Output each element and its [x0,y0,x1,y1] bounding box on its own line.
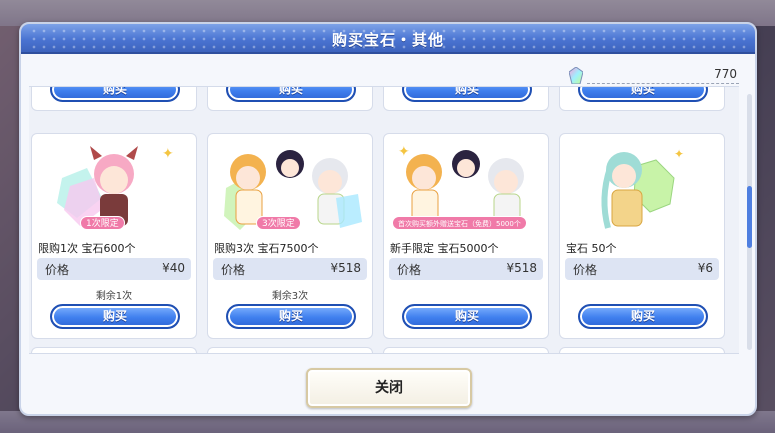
product-card-partial [31,347,197,353]
limit-badge: 首次购买额外赠送宝石（免费）5000个 [392,216,527,230]
dialog-title-bar: 购买宝石・其他 [21,24,755,54]
product-description: 新手限定 宝石5000个 [390,242,499,255]
product-card: ✦ 首次购买额外赠送宝石（免费）5000个 新手限定 宝石5000个 价格 ¥5… [383,133,549,339]
price-value: ¥6 [697,261,713,275]
svg-text:✦: ✦ [162,146,174,162]
scrollbar-thumb[interactable] [747,186,752,248]
buy-button[interactable]: 购买 [578,304,708,329]
buy-button[interactable]: 购买 [50,304,180,329]
remaining-count: 剩余3次 [271,291,309,302]
price-label: 价格 [45,263,70,277]
buy-button[interactable]: 购买 [402,304,532,329]
close-button[interactable]: 关闭 [306,368,472,408]
gem-icon [569,67,583,84]
product-description: 宝石 50个 [566,242,617,255]
gem-balance: 770 [569,66,739,86]
buy-button[interactable]: 购买 [402,87,532,102]
buy-button[interactable]: 购买 [578,87,708,102]
buy-button[interactable]: 购买 [50,87,180,102]
character-gem-pack-icon: ✦ [601,147,684,229]
dialog-title: 购买宝石・其他 [331,31,444,49]
product-card-partial: 购买 [559,87,725,111]
product-list[interactable]: 购买 购买 购买 购买 ✦ 1次限定 限购1次 宝石600个 价格 ¥40 剩余… [29,86,739,354]
product-card: 3次限定 限购3次 宝石7500个 价格 ¥518 剩余3次 购买 [207,133,373,339]
limit-badge: 1次限定 [80,216,125,230]
product-card-partial: 购买 [383,87,549,111]
buy-button[interactable]: 购买 [226,304,356,329]
price-value: ¥40 [162,261,185,275]
product-card-partial [207,347,373,353]
product-description: 限购1次 宝石600个 [38,242,136,255]
price-row: 价格 ¥518 [213,258,367,280]
svg-text:✦: ✦ [674,147,684,161]
scrollbar[interactable] [747,94,752,350]
remaining-count: 剩余1次 [95,291,133,302]
limit-badge: 3次限定 [256,216,301,230]
product-card-partial: 购买 [207,87,373,111]
product-card: ✦ 1次限定 限购1次 宝石600个 价格 ¥40 剩余1次 购买 [31,133,197,339]
buy-button[interactable]: 购买 [226,87,356,102]
gem-count: 770 [714,67,737,81]
price-label: 价格 [397,263,422,277]
product-card-partial: 购买 [31,87,197,111]
price-label: 价格 [221,263,246,277]
price-row: 价格 ¥40 [37,258,191,280]
product-card-partial [383,347,549,353]
product-card-partial [559,347,725,353]
purchase-dialog: 购买宝石・其他 770 购买 购买 购买 购买 ✦ 1次限定 限购1次 宝石60… [19,22,757,416]
price-label: 价格 [573,263,598,277]
product-card: ✦ 宝石 50个 价格 ¥6 购买 [559,133,725,339]
svg-text:✦: ✦ [398,144,410,160]
price-value: ¥518 [506,261,537,275]
price-row: 价格 ¥518 [389,258,543,280]
price-row: 价格 ¥6 [565,258,719,280]
product-description: 限购3次 宝石7500个 [214,242,319,255]
price-value: ¥518 [330,261,361,275]
